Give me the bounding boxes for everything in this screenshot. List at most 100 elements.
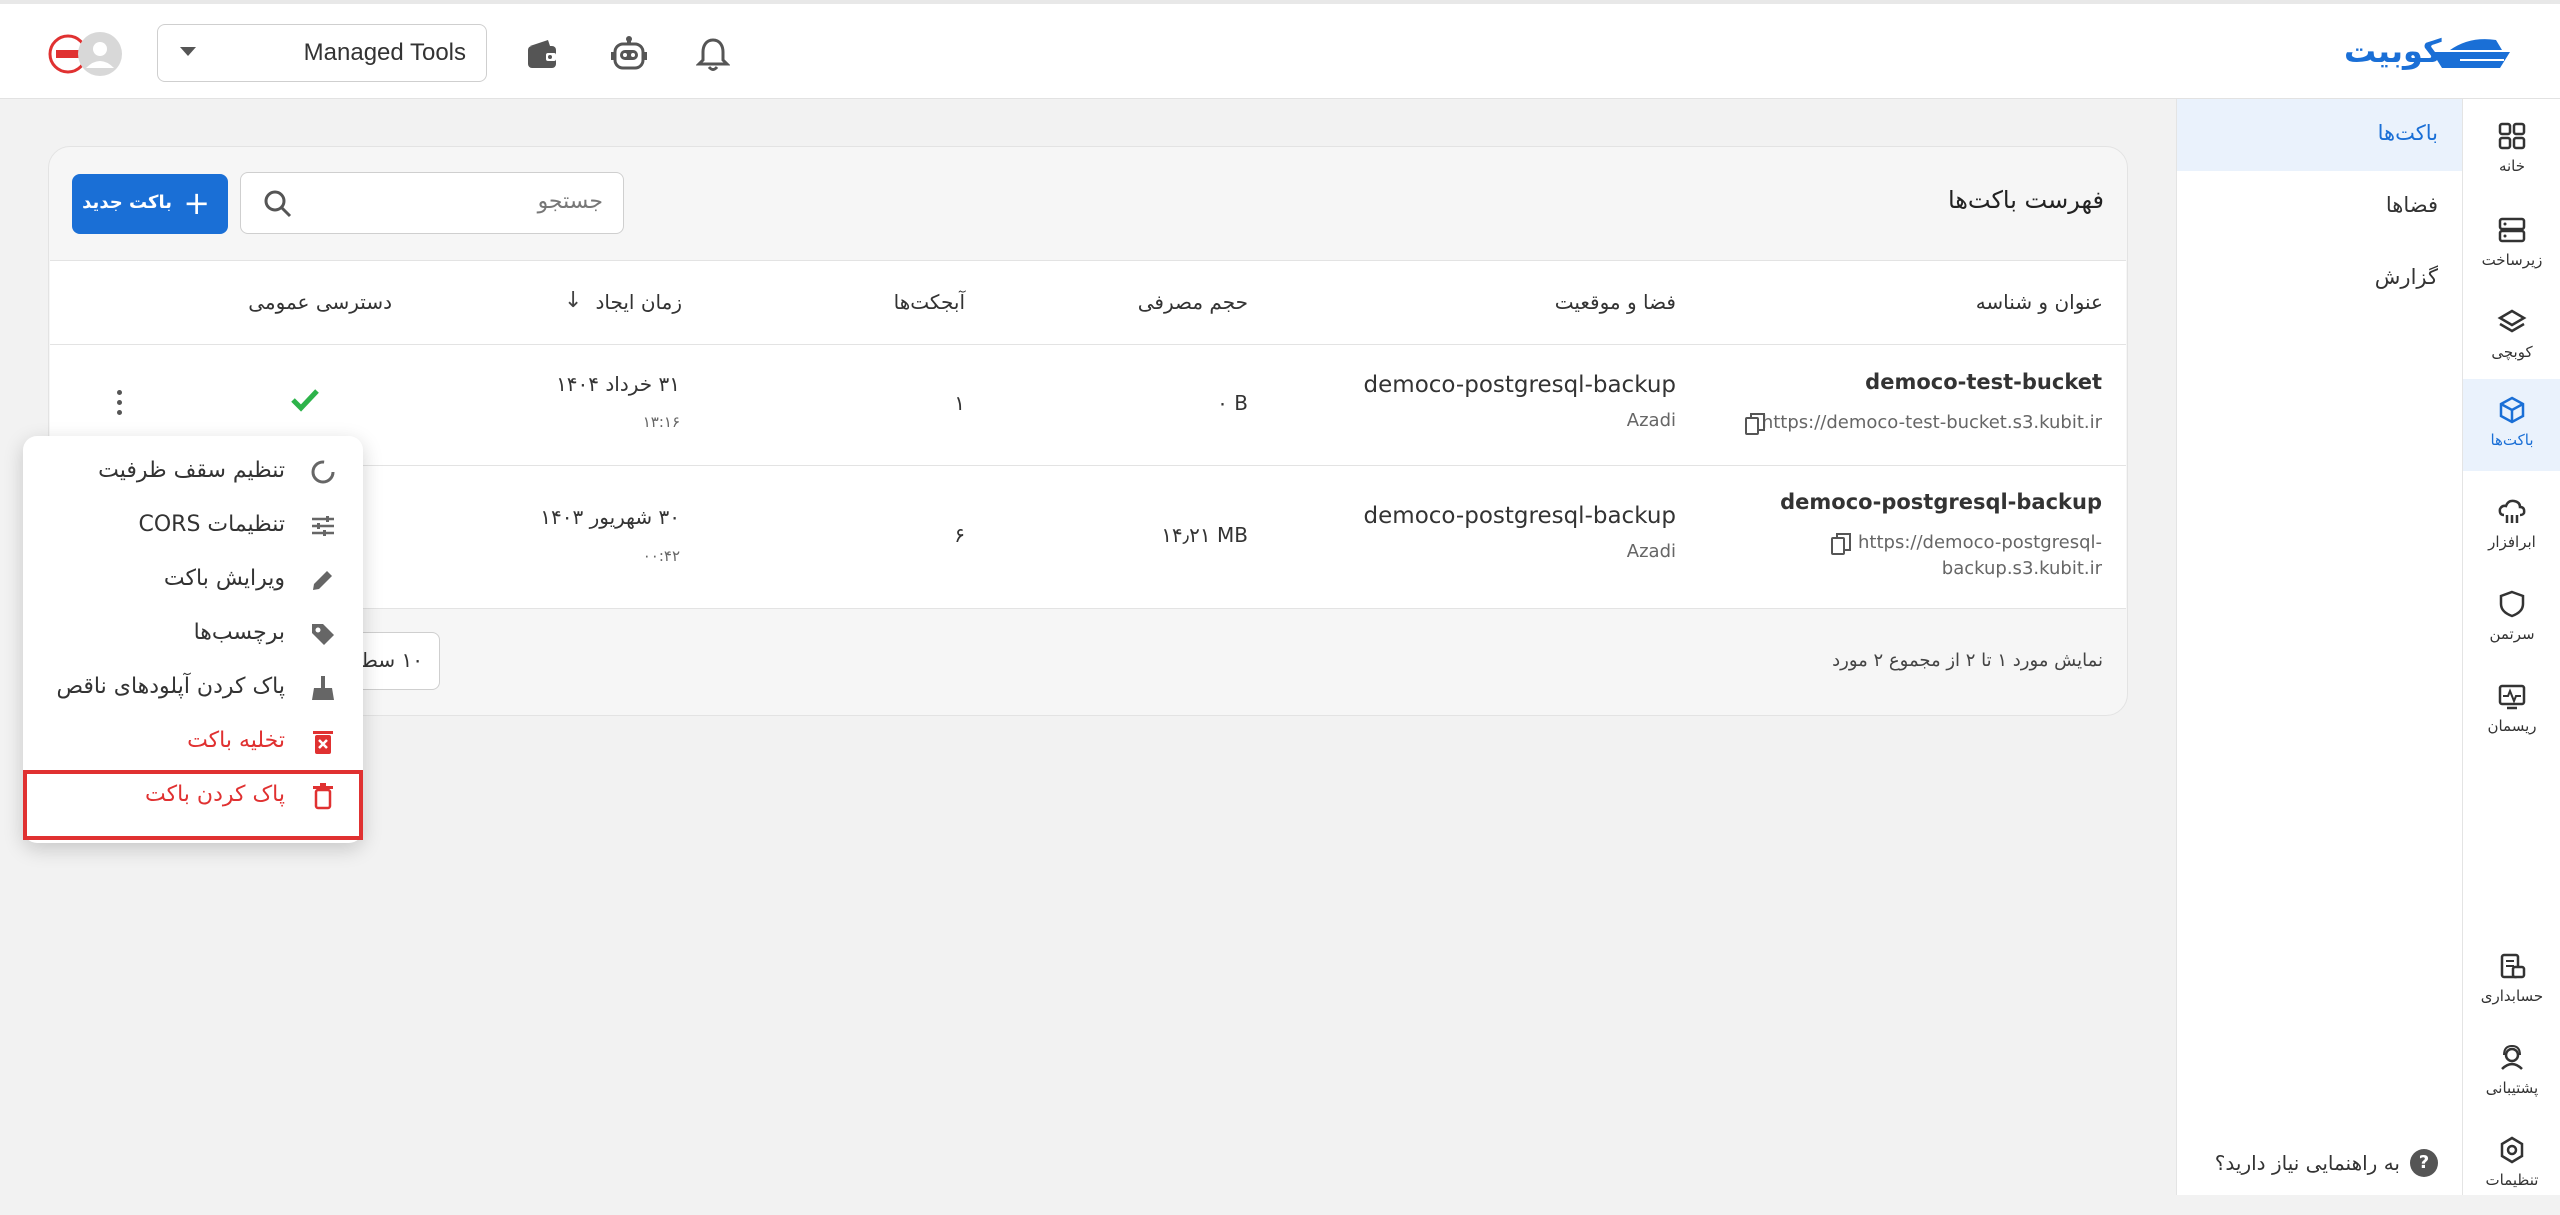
card-title: فهرست باکت‌ها (1947, 186, 2104, 214)
bucket-name[interactable]: democo-postgresql-backup (1780, 490, 2102, 514)
space-location: Azadi (1626, 410, 1676, 431)
public-access-check-icon (291, 389, 319, 412)
rail-item-accounting[interactable]: حسابداری (2463, 945, 2560, 1031)
menu-item-label: پاک کردن آپلودهای ناقص (56, 674, 285, 699)
rail-label: پشتیبانی (2485, 1079, 2539, 1097)
created-time: ۱۳:۱۶ (642, 413, 680, 431)
tag-icon (312, 624, 334, 645)
wallet-icon[interactable] (524, 36, 560, 72)
space-name: democo-postgresql-backup (1363, 372, 1676, 398)
rail-label: حسابداری (2480, 987, 2544, 1005)
header-usage[interactable]: حجم مصرفی (1138, 290, 1248, 314)
sub-nav: باکت‌ها فضاها گزارش ? به راهنمایی نیاز د… (2176, 99, 2462, 1195)
menu-item-clean-incomplete-uploads[interactable]: پاک کردن آپلودهای ناقص (23, 662, 363, 716)
monitor-pulse-icon (2498, 684, 2526, 710)
bucket-name[interactable]: democo-test-bucket (1865, 370, 2102, 394)
header-public[interactable]: دسترسی عمومی (248, 290, 392, 314)
bucket-url-line2: backup.s3.kubit.ir (1941, 558, 2102, 579)
menu-item-label: تخلیه باکت (187, 728, 285, 753)
support-icon (2501, 1044, 2523, 1070)
subnav-label: باکت‌ها (2377, 121, 2438, 145)
rail-item-risman[interactable]: ریسمان (2463, 675, 2560, 761)
app-logo-text: کوبیت (2344, 32, 2442, 70)
invoice-icon (2500, 953, 2526, 979)
menu-item-label: تنظیمات CORS (138, 512, 285, 537)
rail-label: زیرساخت (2481, 251, 2543, 269)
top-bar: Managed Tools کوبیت (0, 0, 2560, 99)
org-selector[interactable]: Managed Tools (157, 24, 487, 82)
empty-bin-icon (313, 731, 333, 754)
bucket-url-cell: https://democo-postgresql- backup.s3.kub… (1822, 530, 2102, 588)
header-created: زمان ایجاد (595, 290, 682, 314)
rows-per-page-value: ۱۰ سط (359, 648, 423, 672)
menu-item-edit-bucket[interactable]: ویرایش باکت (23, 554, 363, 608)
objects-count: ۱ (954, 391, 965, 415)
server-icon (2498, 217, 2526, 243)
copy-icon[interactable] (1830, 532, 1852, 556)
layers-icon (2497, 309, 2527, 333)
plus-icon: + (183, 184, 210, 222)
created-time: ۰۰:۴۲ (642, 547, 680, 565)
search-icon (264, 190, 292, 218)
header-created-sortable[interactable]: ↓ زمان ایجاد (560, 288, 682, 318)
help-text: به راهنمایی نیاز دارید؟ (2214, 1151, 2400, 1175)
menu-item-tags[interactable]: برچسب‌ها (23, 608, 363, 662)
robot-icon[interactable] (610, 36, 648, 72)
objects-count: ۶ (954, 523, 965, 547)
rail-label: ابرافزار (2488, 533, 2536, 551)
help-icon: ? (2410, 1149, 2438, 1177)
menu-item-set-capacity[interactable]: تنظیم سقف ظرفیت (23, 446, 363, 500)
sliders-icon (312, 516, 334, 536)
rail-item-infrastructure[interactable]: زیرساخت (2463, 209, 2560, 295)
ship-logo-icon (2432, 39, 2510, 68)
settings-icon (2500, 1136, 2524, 1164)
header-name[interactable]: عنوان و شناسه (1976, 290, 2103, 314)
space-location: Azadi (1626, 541, 1676, 562)
row-actions-kebab-icon[interactable] (108, 388, 132, 418)
subnav-item-buckets-active[interactable]: باکت‌ها (2177, 99, 2462, 171)
rail-item-kubchi[interactable]: کوبچی (2463, 301, 2560, 387)
menu-item-label: تنظیم سقف ظرفیت (98, 458, 285, 483)
menu-item-cors-settings[interactable]: تنظیمات CORS (23, 500, 363, 554)
search-placeholder: جستجو (537, 189, 603, 214)
header-objects[interactable]: آبجکت‌ها (894, 290, 965, 314)
pagination-summary: نمایش مورد ۱ تا ۲ از مجموع ۲ مورد (1832, 650, 2103, 671)
new-bucket-button[interactable]: + باکت جدید (72, 174, 228, 234)
rail-label: باکت‌ها (2490, 431, 2534, 449)
shield-icon (2499, 590, 2525, 618)
app-logo[interactable]: کوبیت (2340, 28, 2520, 80)
bucket-url-cell: https://democo-test-bucket.s3.kubit.ir (1742, 410, 2102, 438)
highlight-box (23, 770, 363, 840)
search-input[interactable]: جستجو (240, 172, 624, 234)
rail-item-buckets[interactable]: باکت‌ها (2463, 379, 2560, 471)
usage: ۰ B (1217, 391, 1248, 415)
copy-icon[interactable] (1744, 412, 1766, 436)
cloud-app-icon (2498, 499, 2526, 523)
menu-item-empty-bucket[interactable]: تخلیه باکت (23, 716, 363, 770)
pencil-icon (313, 571, 332, 590)
avatar[interactable] (48, 30, 124, 78)
cube-icon (2499, 396, 2525, 424)
notification-bell-icon[interactable] (695, 36, 731, 72)
usage: ۱۴٫۲۱ MB (1161, 523, 1248, 547)
created-date: ۳۰ شهریور ۱۴۰۳ (540, 505, 680, 529)
subnav-item-report[interactable]: گزارش (2375, 265, 2438, 289)
rail-label: سرتمن (2489, 625, 2535, 643)
rail-item-home[interactable]: خانه (2463, 115, 2560, 201)
org-selector-value: Managed Tools (303, 39, 466, 66)
grid-icon (2498, 122, 2526, 150)
capacity-icon (311, 460, 335, 484)
rail-item-settings[interactable]: تنظیمات (2463, 1129, 2560, 1215)
subnav-item-spaces[interactable]: فضاها (2386, 193, 2438, 217)
rail-item-support[interactable]: پشتیبانی (2463, 1037, 2560, 1123)
help-link[interactable]: ? به راهنمایی نیاز دارید؟ (2198, 1149, 2438, 1179)
rail-label: کوبچی (2491, 343, 2533, 361)
rail-item-cloud-apps[interactable]: ابرافزار (2463, 491, 2560, 577)
header-space[interactable]: فضا و موقعیت (1555, 290, 1676, 314)
new-bucket-label: باکت جدید (82, 192, 172, 213)
space-name: democo-postgresql-backup (1363, 503, 1676, 529)
bucket-url: https://democo-test-bucket.s3.kubit.ir (1761, 412, 2102, 433)
rail-label: ریسمان (2487, 717, 2537, 735)
broom-icon (312, 676, 334, 700)
rail-item-sartaman[interactable]: سرتمن (2463, 583, 2560, 669)
